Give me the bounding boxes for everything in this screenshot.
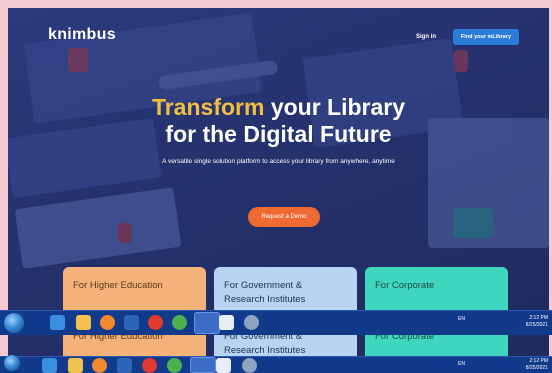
ie-icon[interactable] [50, 315, 65, 330]
document-icon[interactable] [219, 315, 234, 330]
hero-subtitle: A versatile single solution platform to … [162, 158, 395, 165]
start-button[interactable] [4, 355, 20, 371]
firefox-icon[interactable] [100, 315, 115, 330]
start-button[interactable] [4, 313, 24, 333]
chrome-active-window[interactable] [190, 357, 216, 373]
hero-headline: Transform your Library for the Digital F… [8, 94, 549, 148]
chrome-active-window[interactable] [194, 312, 220, 334]
taskbar: EN 2:12 PM 8/25/2021 [0, 310, 552, 335]
segment-label: For Higher Education [73, 280, 163, 291]
language-indicator[interactable]: EN [458, 361, 465, 367]
opera-icon[interactable] [142, 358, 157, 373]
knimbus-logo[interactable]: knimbus [48, 26, 116, 44]
find-mlibrary-button[interactable]: Find your mLibrary [453, 29, 519, 45]
clock-time: 2:12 PM [529, 315, 548, 321]
clock-time: 2:12 PM [529, 358, 548, 364]
clock-date: 8/25/2021 [525, 365, 548, 371]
headline-line2: for the Digital Future [165, 121, 392, 147]
hero-banner: knimbus Sign in Find your mLibrary Trans… [8, 8, 549, 360]
clock[interactable]: 2:12 PM 8/25/2021 [522, 315, 548, 329]
chrome-icon[interactable] [167, 358, 182, 373]
segment-label-line2: Research Institutes [224, 294, 306, 305]
firefox-icon[interactable] [92, 358, 107, 373]
paint-icon[interactable] [244, 315, 259, 330]
headline-accent: Transform [151, 94, 265, 120]
clock[interactable]: 2:12 PM 8/25/2021 [522, 358, 548, 372]
clock-date: 8/25/2021 [525, 322, 548, 328]
paint-icon[interactable] [242, 358, 257, 373]
headline-rest: your Library [264, 94, 406, 120]
media-player-icon[interactable] [124, 315, 139, 330]
folder-icon[interactable] [68, 358, 83, 373]
document-icon[interactable] [216, 358, 231, 373]
segment-label: For Corporate [375, 280, 435, 291]
request-demo-button[interactable]: Request a Demo [248, 207, 320, 227]
opera-icon[interactable] [148, 315, 163, 330]
taskbar-bottom: EN 2:12 PM 8/25/2021 [0, 355, 552, 373]
language-indicator[interactable]: EN [458, 316, 465, 322]
segment-label: For Government & [224, 280, 303, 291]
media-player-icon[interactable] [117, 358, 132, 373]
chrome-icon[interactable] [172, 315, 187, 330]
ie-icon[interactable] [42, 358, 57, 373]
folder-icon[interactable] [76, 315, 91, 330]
sign-in-link[interactable]: Sign in [416, 34, 436, 40]
